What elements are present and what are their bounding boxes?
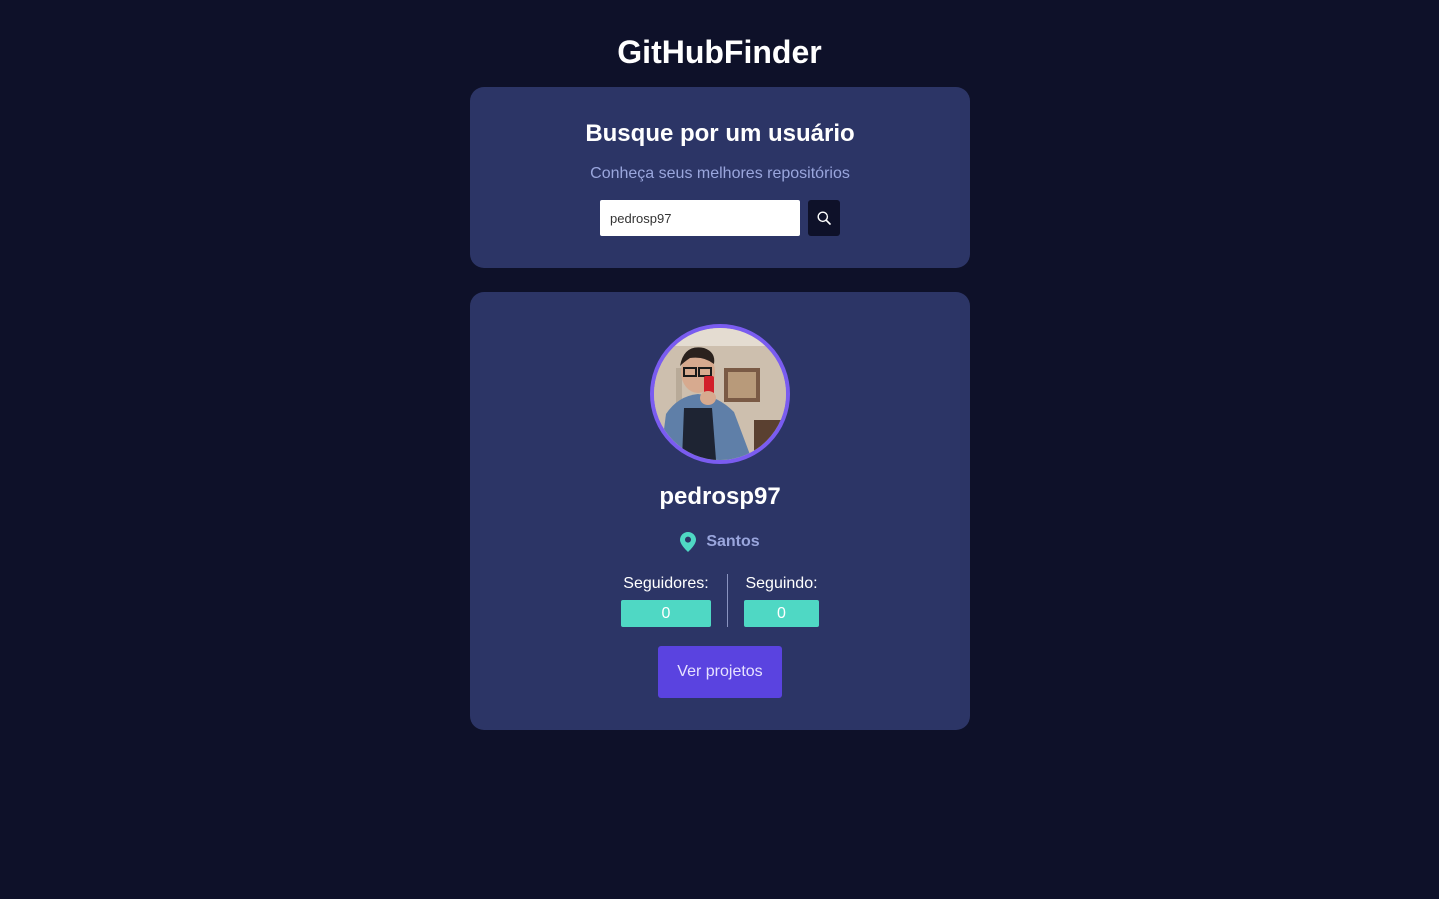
search-icon: [817, 211, 831, 225]
search-button[interactable]: [808, 200, 840, 236]
profile-name: pedrosp97: [659, 483, 781, 510]
search-input[interactable]: [600, 200, 800, 236]
app-title: GitHubFinder: [617, 34, 822, 70]
followers-stat: Seguidores: 0: [621, 574, 727, 627]
followers-label: Seguidores:: [623, 575, 709, 592]
map-pin-icon: [680, 532, 697, 552]
profile-card: pedrosp97 Santos Seguidores: 0 Seguindo:…: [470, 292, 970, 730]
location-text: Santos: [706, 533, 760, 550]
location: Santos: [470, 532, 970, 552]
following-label: Seguindo:: [745, 575, 818, 592]
view-projects-button[interactable]: Ver projetos: [658, 646, 782, 698]
search-subtitle: Conheça seus melhores repositórios: [590, 165, 850, 182]
followers-count: 0: [621, 600, 711, 627]
avatar: [650, 324, 790, 464]
stats: Seguidores: 0 Seguindo: 0: [470, 574, 970, 627]
avatar-photo: [654, 328, 786, 460]
following-stat: Seguindo: 0: [727, 574, 819, 627]
search-card: Busque por um usuário Conheça seus melho…: [470, 87, 970, 268]
following-count: 0: [744, 600, 819, 627]
search-heading: Busque por um usuário: [585, 120, 855, 147]
